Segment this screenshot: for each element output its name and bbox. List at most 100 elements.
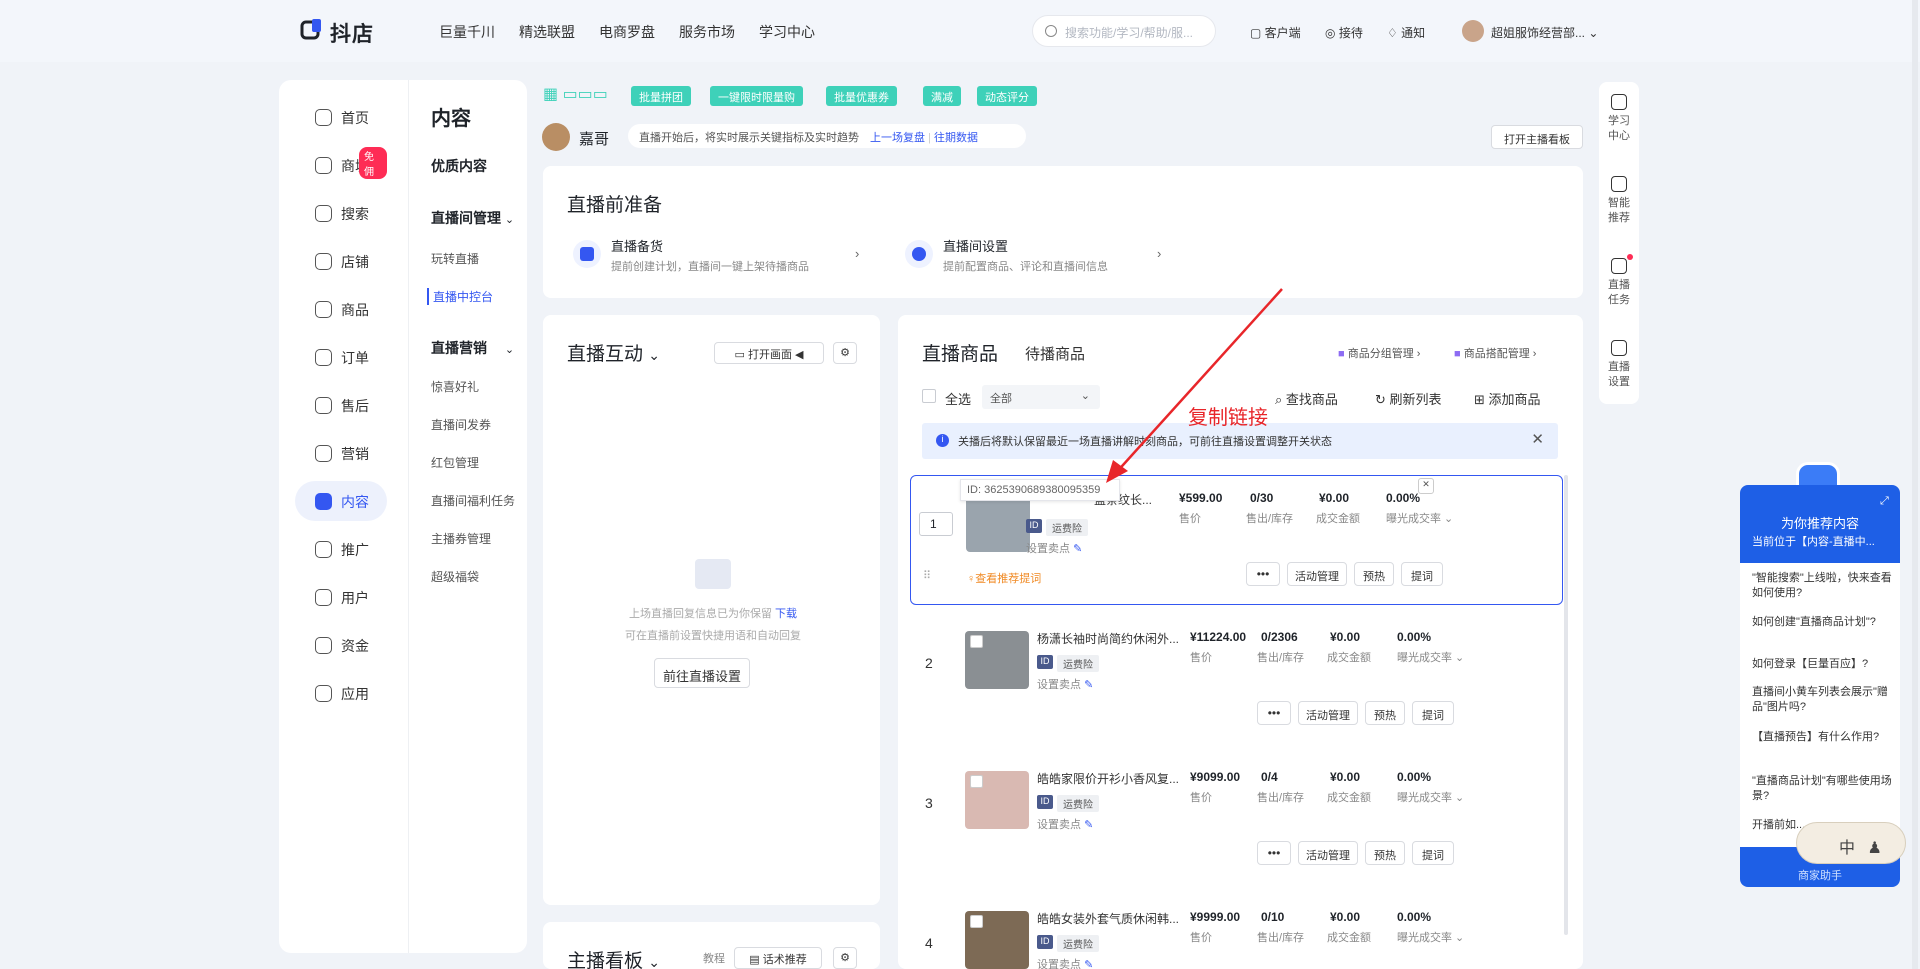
id-badge[interactable]: ID xyxy=(1037,655,1053,669)
user-menu[interactable]: 超姐服饰经营部... ⌄ xyxy=(1491,24,1598,41)
promo-chip-coupons[interactable]: 批量优惠券 xyxy=(826,86,897,106)
drag-handle-icon[interactable]: ⠿ xyxy=(923,569,931,582)
goto-live-settings-button[interactable]: 前往直播设置 xyxy=(654,658,750,688)
sidebar-item-shop[interactable]: 店铺 xyxy=(295,241,387,281)
logo-text[interactable]: 抖店 xyxy=(330,18,374,48)
preheat-button[interactable]: 预热 xyxy=(1354,562,1394,586)
sidebar-item-apps[interactable]: 应用 xyxy=(295,673,387,713)
sidebar-item-mall[interactable]: 商城 免佣 xyxy=(295,145,387,185)
nav-juliang-qianchuan[interactable]: 巨量千川 xyxy=(439,22,495,42)
set-selling-point-link[interactable]: 设置卖点 ✎ xyxy=(1026,540,1082,556)
more-button[interactable]: ••• xyxy=(1257,701,1291,725)
prompt-button[interactable]: 提词 xyxy=(1401,562,1443,586)
sidebar-item-funds[interactable]: 资金 xyxy=(295,625,387,665)
product-filter-select[interactable]: 全部 ⌄ xyxy=(982,385,1100,409)
product-checkbox[interactable] xyxy=(970,635,983,648)
sub-item-live-console[interactable]: 直播中控台 xyxy=(427,288,493,305)
conversion-rate-label[interactable]: 曝光成交率 ⌄ xyxy=(1397,789,1464,805)
tab-pending-products[interactable]: 待播商品 xyxy=(1025,343,1085,364)
sub-item-anchor-coupon[interactable]: 主播券管理 xyxy=(431,530,491,547)
open-anchor-board-button[interactable]: 打开主播看板 xyxy=(1491,125,1583,149)
product-name[interactable]: 皓皓女装外套气质休闲韩... xyxy=(1037,910,1179,927)
product-checkbox[interactable] xyxy=(970,775,983,788)
set-selling-point-link[interactable]: 设置卖点 ✎ xyxy=(1037,956,1093,969)
ime-widget[interactable]: 中 ♟ xyxy=(1796,822,1906,864)
activity-mgmt-button[interactable]: 活动管理 xyxy=(1298,841,1358,865)
sidebar-item-aftersale[interactable]: 售后 xyxy=(295,385,387,425)
sidebar-item-order[interactable]: 订单 xyxy=(295,337,387,377)
prompt-button[interactable]: 提词 xyxy=(1412,701,1454,725)
select-all-checkbox[interactable] xyxy=(922,389,936,403)
assistant-question[interactable]: "直播商品计划"有哪些使用场景? xyxy=(1752,774,1892,804)
sidebar-item-product[interactable]: 商品 xyxy=(295,289,387,329)
past-data-link[interactable]: 往期数据 xyxy=(934,132,978,144)
sidebar-item-content[interactable]: 内容 xyxy=(295,481,387,521)
client-button[interactable]: ▢ 客户端 xyxy=(1250,24,1301,41)
assistant-question[interactable]: "智能搜索"上线啦，快来查看如何使用? xyxy=(1752,571,1892,601)
nav-learning-center[interactable]: 学习中心 xyxy=(759,22,815,42)
sidebar-item-home[interactable]: 首页 xyxy=(295,97,387,137)
product-row[interactable]: 3 皓皓家限价开衫小香风复... ID 运费险 设置卖点 ✎ ¥9099.00 … xyxy=(910,755,1563,885)
sub-item-lucky-bag[interactable]: 超级福袋 xyxy=(431,568,479,585)
sub-group-live-room[interactable]: 直播间管理 ⌄ xyxy=(431,208,514,228)
live-stocking-entry[interactable]: 直播备货 提前创建计划，直播间一键上架待播商品 › xyxy=(573,236,859,280)
sub-item-quality-content[interactable]: 优质内容 xyxy=(431,156,487,176)
sidebar-item-promote[interactable]: 推广 xyxy=(295,529,387,569)
assistant-question[interactable]: 直播间小黄车列表会展示"赠品"图片吗? xyxy=(1752,685,1892,715)
assistant-question[interactable]: 【直播预告】有什么作用? xyxy=(1752,730,1892,745)
reception-button[interactable]: ◎ 接待 xyxy=(1325,24,1363,41)
product-index-input[interactable]: 1 xyxy=(919,512,953,536)
conversion-rate-label[interactable]: 曝光成交率 ⌄ xyxy=(1397,929,1464,945)
nav-service-market[interactable]: 服务市场 xyxy=(679,22,735,42)
sidebar-item-user[interactable]: 用户 xyxy=(295,577,387,617)
more-button[interactable]: ••• xyxy=(1257,841,1291,865)
promo-chip-group-buy[interactable]: 批量拼团 xyxy=(631,86,691,106)
search-input[interactable]: 搜索功能/学习/帮助/服... xyxy=(1032,15,1216,47)
product-row[interactable]: 4 皓皓女装外套气质休闲韩... ID 运费险 设置卖点 ✎ ¥9999.00 … xyxy=(910,895,1563,969)
last-review-link[interactable]: 上一场复盘 xyxy=(870,132,925,144)
close-icon[interactable]: ✕ xyxy=(1418,478,1434,494)
live-room-settings-entry[interactable]: 直播间设置 提前配置商品、评论和直播间信息 › xyxy=(905,236,1191,280)
activity-mgmt-button[interactable]: 活动管理 xyxy=(1287,562,1347,586)
conversion-rate-label[interactable]: 曝光成交率 ⌄ xyxy=(1397,649,1464,665)
promo-chip-rating[interactable]: 动态评分 xyxy=(977,86,1037,106)
sub-group-live-marketing[interactable]: 直播营销 ⌄ xyxy=(431,338,514,358)
script-recommend-button[interactable]: ▤ 话术推荐 xyxy=(734,947,822,969)
product-name[interactable]: 皓皓家限价开衫小香风复... xyxy=(1037,770,1179,787)
sub-item-welfare-task[interactable]: 直播间福利任务 xyxy=(431,492,515,509)
product-group-mgmt-link[interactable]: ■ 商品分组管理 › xyxy=(1338,345,1420,361)
sub-item-coupon[interactable]: 直播间发券 xyxy=(431,416,491,433)
products-scrollbar[interactable] xyxy=(1564,475,1568,935)
rail-live-settings[interactable]: 直播设置 xyxy=(1599,340,1639,390)
add-product-button[interactable]: ⊞ 添加商品 xyxy=(1474,389,1541,408)
doudian-logo-icon[interactable] xyxy=(300,18,324,42)
id-badge[interactable]: ID xyxy=(1037,935,1053,949)
product-checkbox[interactable] xyxy=(970,915,983,928)
sidebar-item-search[interactable]: 搜索 xyxy=(295,193,387,233)
sidebar-item-marketing[interactable]: 营销 xyxy=(295,433,387,473)
nav-dianshang-luopan[interactable]: 电商罗盘 xyxy=(599,22,655,42)
page-scrollbar[interactable] xyxy=(1912,0,1918,969)
product-row[interactable]: 2 杨潇长袖时尚简约休闲外... ID 运费险 设置卖点 ✎ ¥11224.00… xyxy=(910,615,1563,745)
preheat-button[interactable]: 预热 xyxy=(1365,841,1405,865)
product-id-tooltip[interactable]: ID: 3625390689380095359 xyxy=(960,479,1120,501)
recommend-prompt-link[interactable]: ♀查看推荐提词 xyxy=(967,570,1041,586)
set-selling-point-link[interactable]: 设置卖点 ✎ xyxy=(1037,816,1093,832)
assistant-question[interactable]: 如何创建"直播商品计划"? xyxy=(1752,615,1892,630)
sub-item-surprise-gift[interactable]: 惊喜好礼 xyxy=(431,378,479,395)
nav-jingxuan-lianmeng[interactable]: 精选联盟 xyxy=(519,22,575,42)
download-link[interactable]: 下载 xyxy=(775,608,797,620)
close-icon[interactable]: ✕ xyxy=(1531,430,1544,448)
live-interaction-title[interactable]: 直播互动 ⌄ xyxy=(567,339,660,366)
anchor-board-title[interactable]: 主播看板 ⌄ xyxy=(567,946,660,969)
product-combo-mgmt-link[interactable]: ■ 商品搭配管理 › xyxy=(1454,345,1536,361)
refresh-list-button[interactable]: ↻ 刷新列表 xyxy=(1375,389,1442,408)
rail-live-task[interactable]: 直播任务 xyxy=(1599,258,1639,308)
expand-icon[interactable]: ⤢ xyxy=(1880,495,1889,508)
sub-item-red-packet[interactable]: 红包管理 xyxy=(431,454,479,471)
product-name[interactable]: 杨潇长袖时尚简约休闲外... xyxy=(1037,630,1179,647)
promo-chip-flash-sale[interactable]: 一键限时限量购 xyxy=(710,86,803,106)
user-avatar[interactable] xyxy=(1462,20,1484,42)
id-badge[interactable]: ID xyxy=(1026,519,1042,533)
interaction-settings-icon[interactable]: ⚙ xyxy=(833,342,857,364)
